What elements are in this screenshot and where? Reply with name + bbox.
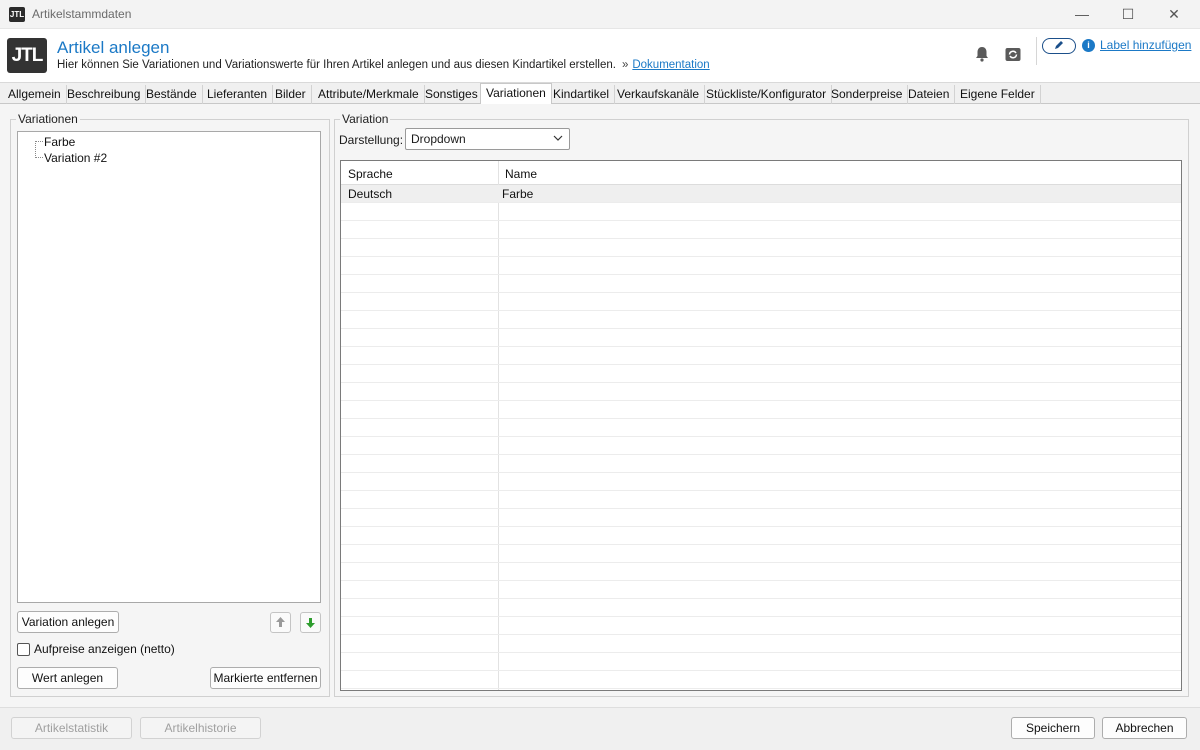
empty-table-row	[341, 329, 1181, 347]
display-label: Darstellung:	[339, 133, 404, 147]
empty-table-row	[341, 671, 1181, 689]
header-divider	[1036, 37, 1037, 65]
tab-eigene-felder[interactable]: Eigene Felder	[955, 85, 1041, 105]
tree-item-farbe[interactable]: Farbe	[44, 135, 75, 149]
display-select[interactable]: Dropdown	[405, 128, 570, 150]
arrow-up-icon	[276, 617, 285, 627]
cancel-button[interactable]: Abbrechen	[1102, 717, 1187, 739]
remove-selected-button[interactable]: Markierte entfernen	[210, 667, 321, 689]
page-header: JTL Artikel anlegen Hier können Sie Vari…	[0, 29, 1200, 82]
tree-connector	[35, 141, 36, 158]
empty-table-row	[341, 563, 1181, 581]
tab-sonderpreise[interactable]: Sonderpreise	[826, 85, 909, 105]
empty-table-row	[341, 419, 1181, 437]
cell-name[interactable]: Farbe	[502, 187, 533, 201]
empty-table-row	[341, 365, 1181, 383]
documentation-link[interactable]: Dokumentation	[632, 59, 709, 71]
maximize-button[interactable]: ☐	[1105, 0, 1151, 29]
tree-item-variation-2[interactable]: Variation #2	[44, 151, 107, 165]
table-header: Sprache Name	[341, 161, 1181, 185]
empty-table-row	[341, 491, 1181, 509]
window-titlebar: JTL Artikelstammdaten — ☐ ✕	[0, 0, 1200, 29]
move-up-button[interactable]	[270, 612, 291, 633]
empty-table-row	[341, 617, 1181, 635]
tab-bestaende[interactable]: Bestände	[141, 85, 203, 105]
translations-table[interactable]: Sprache Name Deutsch Farbe	[340, 160, 1182, 691]
empty-table-row	[341, 347, 1181, 365]
close-button[interactable]: ✕	[1151, 0, 1197, 29]
tab-stueckliste-konfigurator[interactable]: Stückliste/Konfigurator	[701, 85, 833, 105]
tree-connector	[35, 141, 43, 142]
empty-table-row	[341, 455, 1181, 473]
refresh-icon[interactable]	[1004, 45, 1022, 63]
arrow-down-icon	[306, 618, 315, 628]
page-subtitle: Hier können Sie Variationen und Variatio…	[57, 59, 710, 71]
show-surcharges-checkbox[interactable]	[17, 643, 30, 656]
move-down-button[interactable]	[300, 612, 321, 633]
empty-table-row	[341, 257, 1181, 275]
empty-table-row	[341, 599, 1181, 617]
window-title: Artikelstammdaten	[32, 7, 132, 21]
empty-table-row	[341, 635, 1181, 653]
empty-table-row	[341, 401, 1181, 419]
jtl-logo: JTL	[7, 38, 47, 73]
empty-table-row	[341, 527, 1181, 545]
tab-bar: Allgemein Beschreibung Bestände Lieferan…	[0, 82, 1200, 105]
article-statistics-button[interactable]: Artikelstatistik	[11, 717, 132, 739]
add-variation-button[interactable]: Variation anlegen	[17, 611, 119, 633]
display-select-value: Dropdown	[411, 132, 466, 146]
tab-attribute-merkmale[interactable]: Attribute/Merkmale	[313, 85, 425, 105]
empty-table-row	[341, 689, 1181, 690]
add-label-link[interactable]: Label hinzufügen	[1100, 38, 1191, 52]
variations-tree[interactable]: Farbe Variation #2	[17, 131, 321, 603]
minimize-button[interactable]: —	[1059, 0, 1105, 29]
empty-table-row	[341, 275, 1181, 293]
table-row[interactable]: Deutsch Farbe	[341, 185, 1181, 203]
app-logo-icon: JTL	[9, 7, 25, 22]
info-icon: i	[1082, 39, 1095, 52]
empty-table-row	[341, 653, 1181, 671]
variations-group-label: Variationen	[16, 112, 80, 126]
tab-verkaufskanaele[interactable]: Verkaufskanäle	[612, 85, 706, 105]
tab-lieferanten[interactable]: Lieferanten	[202, 85, 274, 105]
bell-icon[interactable]	[973, 45, 991, 63]
empty-table-row	[341, 509, 1181, 527]
empty-table-row	[341, 473, 1181, 491]
tab-beschreibung[interactable]: Beschreibung	[62, 85, 147, 105]
empty-table-row	[341, 311, 1181, 329]
empty-table-row	[341, 203, 1181, 221]
empty-table-row	[341, 581, 1181, 599]
subtitle-separator: »	[621, 59, 629, 71]
page-title: Artikel anlegen	[57, 38, 170, 57]
add-value-button[interactable]: Wert anlegen	[17, 667, 118, 689]
tree-connector	[35, 157, 43, 158]
empty-table-row	[341, 239, 1181, 257]
show-surcharges-label[interactable]: Aufpreise anzeigen (netto)	[34, 642, 175, 656]
save-button[interactable]: Speichern	[1011, 717, 1095, 739]
tab-variationen[interactable]: Variationen	[480, 83, 552, 105]
empty-table-row	[341, 437, 1181, 455]
variation-group-label: Variation	[340, 112, 391, 126]
subtitle-text: Hier können Sie Variationen und Variatio…	[57, 59, 616, 71]
chevron-down-icon	[553, 135, 563, 141]
tab-allgemein[interactable]: Allgemein	[3, 85, 67, 105]
empty-table-row	[341, 221, 1181, 239]
cell-language[interactable]: Deutsch	[348, 187, 392, 201]
empty-table-row	[341, 293, 1181, 311]
tab-sonstiges[interactable]: Sonstiges	[420, 85, 484, 105]
tab-kindartikel[interactable]: Kindartikel	[548, 85, 616, 105]
empty-table-row	[341, 545, 1181, 563]
article-history-button[interactable]: Artikelhistorie	[140, 717, 261, 739]
empty-table-row	[341, 383, 1181, 401]
column-header-name[interactable]: Name	[505, 167, 537, 181]
edit-label-button[interactable]	[1042, 38, 1076, 54]
tab-dateien[interactable]: Dateien	[903, 85, 956, 105]
tab-bilder[interactable]: Bilder	[270, 85, 312, 105]
column-header-language[interactable]: Sprache	[348, 167, 393, 181]
pencil-icon	[1055, 41, 1063, 49]
